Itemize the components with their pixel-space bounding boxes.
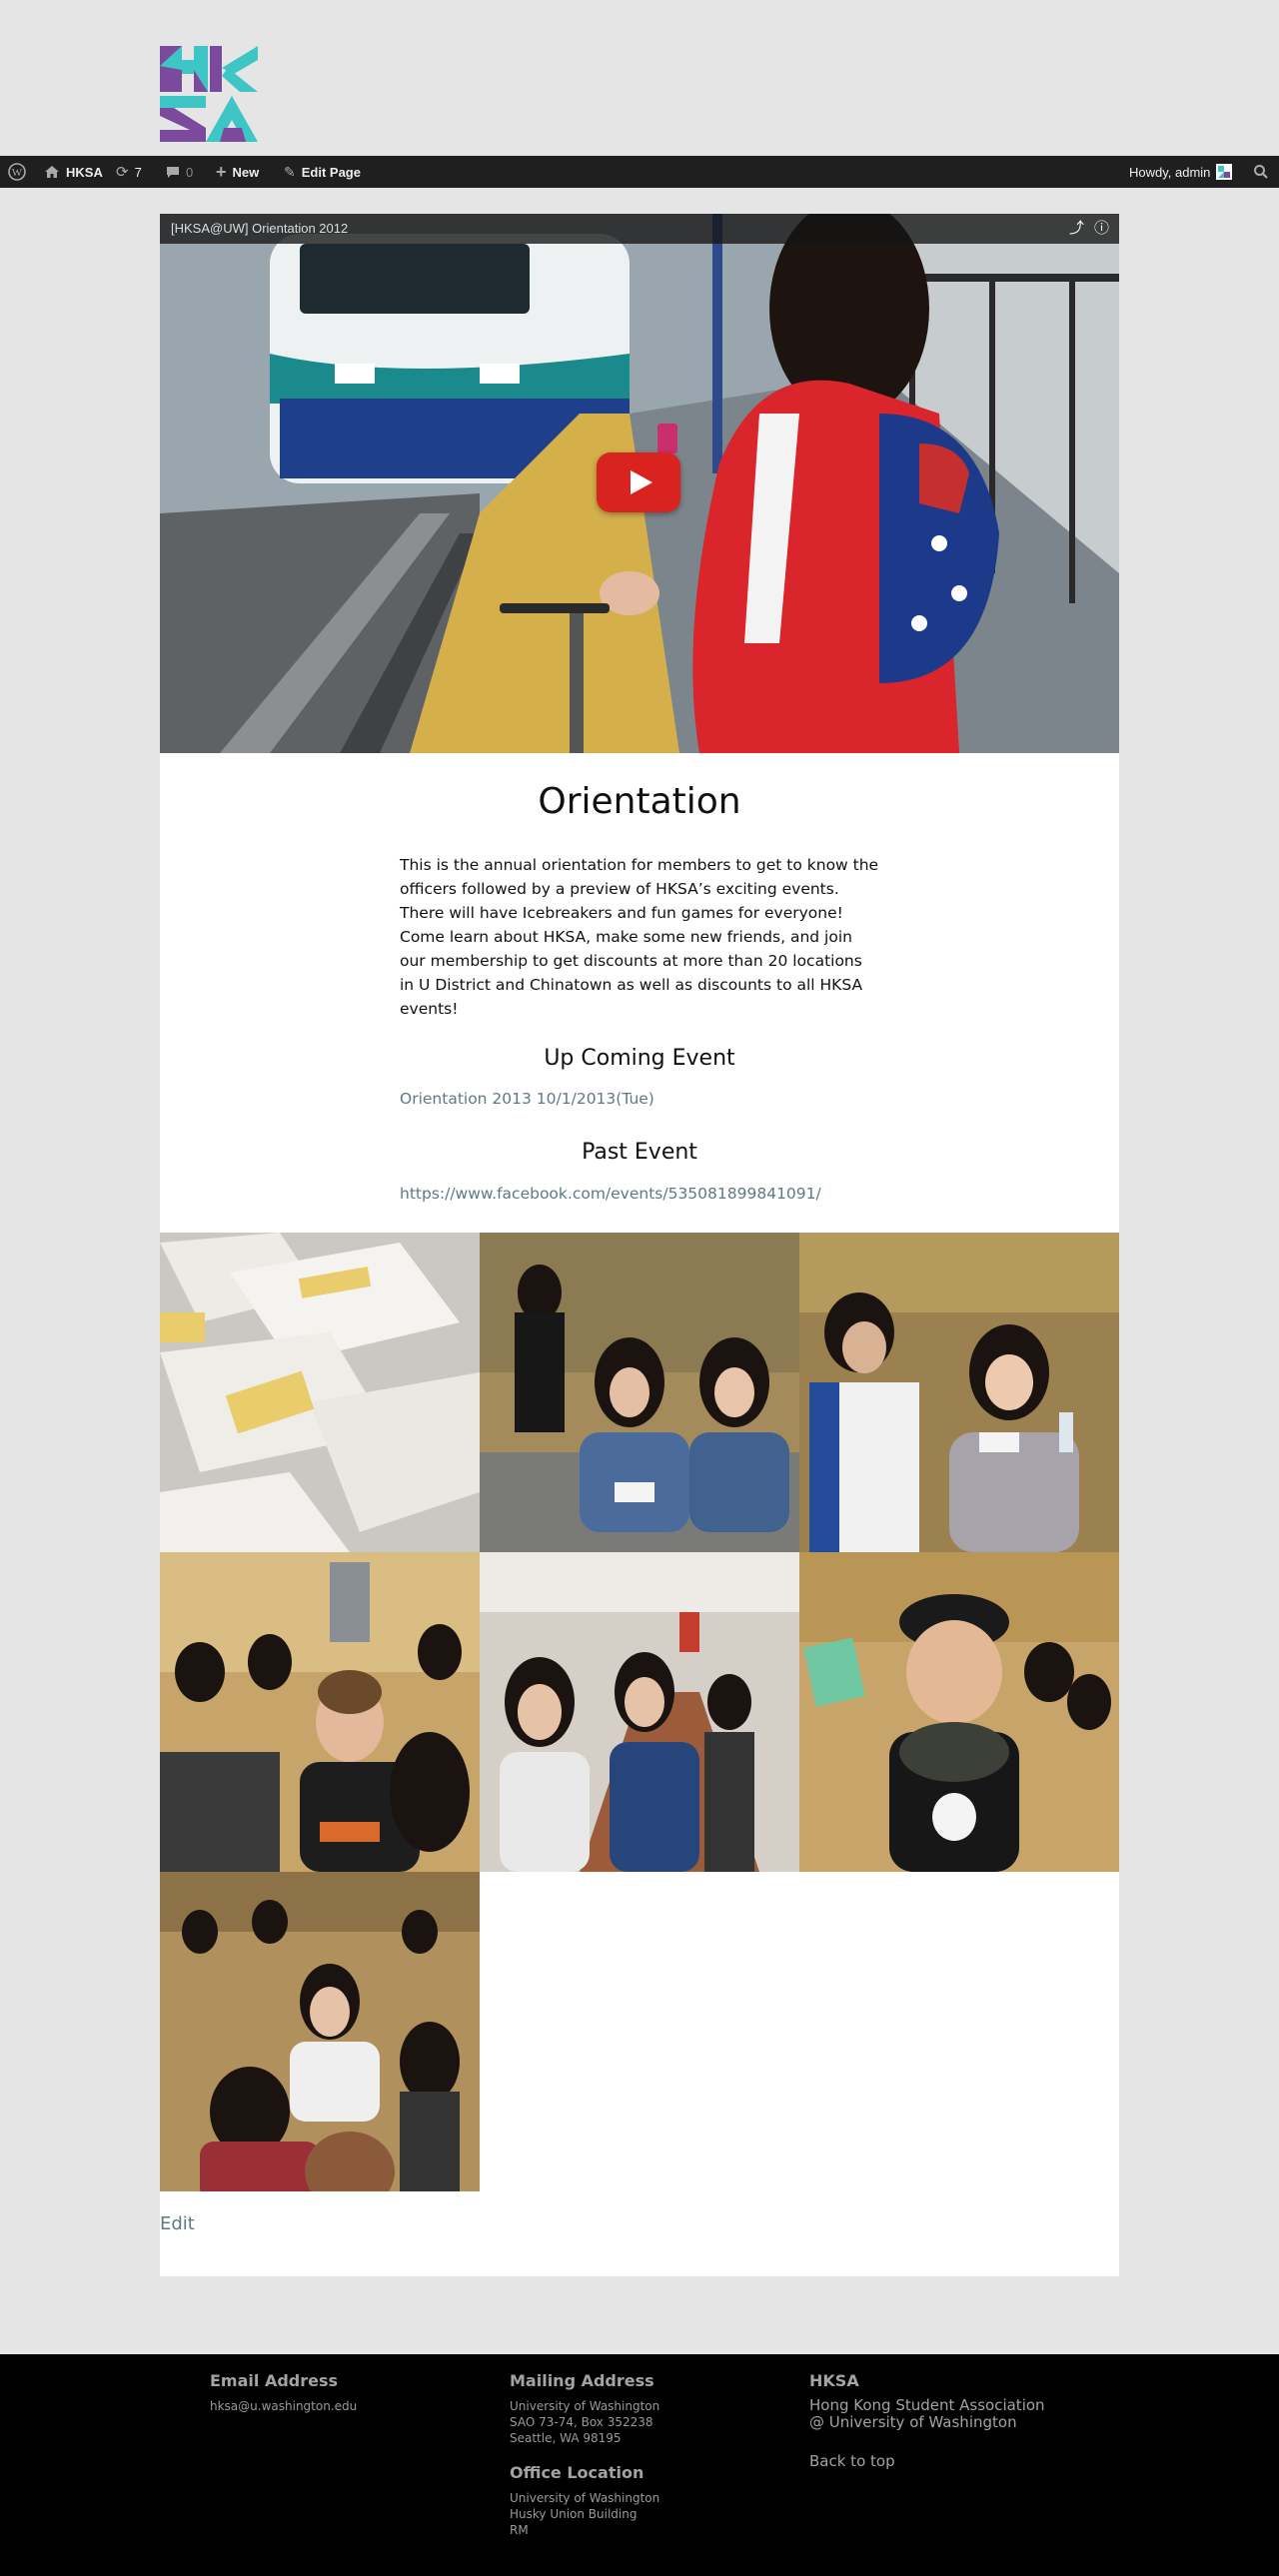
- mailing-line: University of Washington: [510, 2399, 660, 2413]
- food-boxes-photo: [160, 1233, 480, 1552]
- home-icon: [45, 166, 59, 178]
- students-seated-photo: [480, 1233, 799, 1552]
- edit-page-menu[interactable]: ✎ Edit Page: [284, 156, 361, 188]
- site-footer: Email Address hksa@u.washington.edu Mail…: [0, 2354, 1279, 2576]
- pencil-icon: ✎: [284, 163, 296, 180]
- email-address[interactable]: hksa@u.washington.edu: [210, 2398, 357, 2414]
- page-title: Orientation: [538, 781, 741, 822]
- video-title-bar: [HKSA@UW] Orientation 2012 ⤴ ⓘ: [160, 214, 1119, 244]
- updates-menu[interactable]: ⟳ 7: [116, 156, 142, 188]
- office-location: University of Washington Husky Union Bui…: [510, 2490, 659, 2538]
- site-name-label: HKSA: [66, 164, 103, 180]
- upcoming-event-link[interactable]: Orientation 2013 10/1/2013(Tue): [400, 1090, 654, 1108]
- upcoming-event-heading: Up Coming Event: [544, 1046, 735, 1071]
- office-location-heading: Office Location: [510, 2463, 644, 2482]
- site-logo[interactable]: [160, 46, 258, 142]
- email-heading: Email Address: [210, 2371, 339, 2390]
- updates-count: 7: [134, 164, 142, 180]
- wordpress-menu[interactable]: W: [8, 156, 26, 188]
- photo-gallery: [160, 1233, 1119, 2191]
- comment-icon: [167, 167, 179, 178]
- avatar: [1216, 164, 1233, 180]
- org-heading: HKSA: [809, 2371, 859, 2390]
- past-event-heading: Past Event: [582, 1140, 697, 1165]
- gallery-photo[interactable]: [799, 1233, 1119, 1552]
- gallery-photo[interactable]: [480, 1552, 799, 1872]
- office-line: Husky Union Building: [510, 2507, 638, 2521]
- org-name-line-1: Hong Kong Student Association: [809, 2396, 1045, 2414]
- hksa-logo-icon: [160, 46, 258, 142]
- office-line: University of Washington: [510, 2491, 660, 2505]
- admin-bar: W HKSA ⟳ 7 0 + New ✎ Edit Page Howdy, ad…: [0, 156, 1279, 188]
- classroom-crowd-photo: [160, 1552, 480, 1872]
- youtube-video-embed[interactable]: [HKSA@UW] Orientation 2012 ⤴ ⓘ: [160, 214, 1119, 753]
- mailing-line: SAO 73-74, Box 352238: [510, 2415, 653, 2429]
- mailing-line: Seattle, WA 98195: [510, 2431, 622, 2445]
- smiling-student-photo: [799, 1552, 1119, 1872]
- howdy-label: Howdy, admin: [1129, 164, 1211, 180]
- comments-menu[interactable]: 0: [166, 156, 193, 188]
- plus-icon: +: [216, 161, 227, 182]
- gallery-photo[interactable]: [160, 1552, 480, 1872]
- site-name-menu[interactable]: HKSA: [44, 156, 103, 188]
- gallery-photo[interactable]: [160, 1872, 480, 2191]
- edit-page-link[interactable]: Edit: [160, 2213, 195, 2234]
- office-line: RM: [510, 2523, 529, 2537]
- gallery-photo[interactable]: [799, 1552, 1119, 1872]
- page-content: [HKSA@UW] Orientation 2012 ⤴ ⓘ Orientati…: [160, 214, 1119, 2276]
- org-name-line-2: @ University of Washington: [809, 2413, 1017, 2431]
- wordpress-logo-icon: W: [8, 163, 26, 181]
- past-event-link[interactable]: https://www.facebook.com/events/53508189…: [400, 1185, 821, 1203]
- updates-icon: ⟳: [116, 164, 129, 181]
- admin-search[interactable]: [1253, 156, 1269, 188]
- avatar-icon: [1216, 164, 1233, 180]
- new-content-menu[interactable]: + New: [216, 156, 259, 188]
- mailing-address: University of Washington SAO 73-74, Box …: [510, 2398, 659, 2446]
- hallway-students-photo: [480, 1552, 799, 1872]
- search-icon: [1254, 165, 1268, 179]
- edit-page-label: Edit Page: [301, 164, 361, 180]
- svg-text:W: W: [12, 167, 23, 179]
- video-title[interactable]: [HKSA@UW] Orientation 2012: [171, 214, 348, 244]
- students-eating-photo: [799, 1233, 1119, 1552]
- intro-paragraph: This is the annual orientation for membe…: [400, 856, 879, 1018]
- account-menu[interactable]: Howdy, admin: [1129, 156, 1233, 188]
- new-label: New: [232, 164, 260, 180]
- gallery-photo[interactable]: [480, 1233, 799, 1552]
- play-button[interactable]: [597, 452, 680, 512]
- back-to-top-link[interactable]: Back to top: [809, 2452, 895, 2470]
- info-icon[interactable]: ⓘ: [1094, 214, 1109, 244]
- lecture-hall-photo: [160, 1872, 480, 2191]
- share-icon[interactable]: ⤴: [1069, 214, 1084, 244]
- gallery-photo[interactable]: [160, 1233, 480, 1552]
- mailing-address-heading: Mailing Address: [510, 2371, 654, 2390]
- comments-count: 0: [186, 164, 194, 180]
